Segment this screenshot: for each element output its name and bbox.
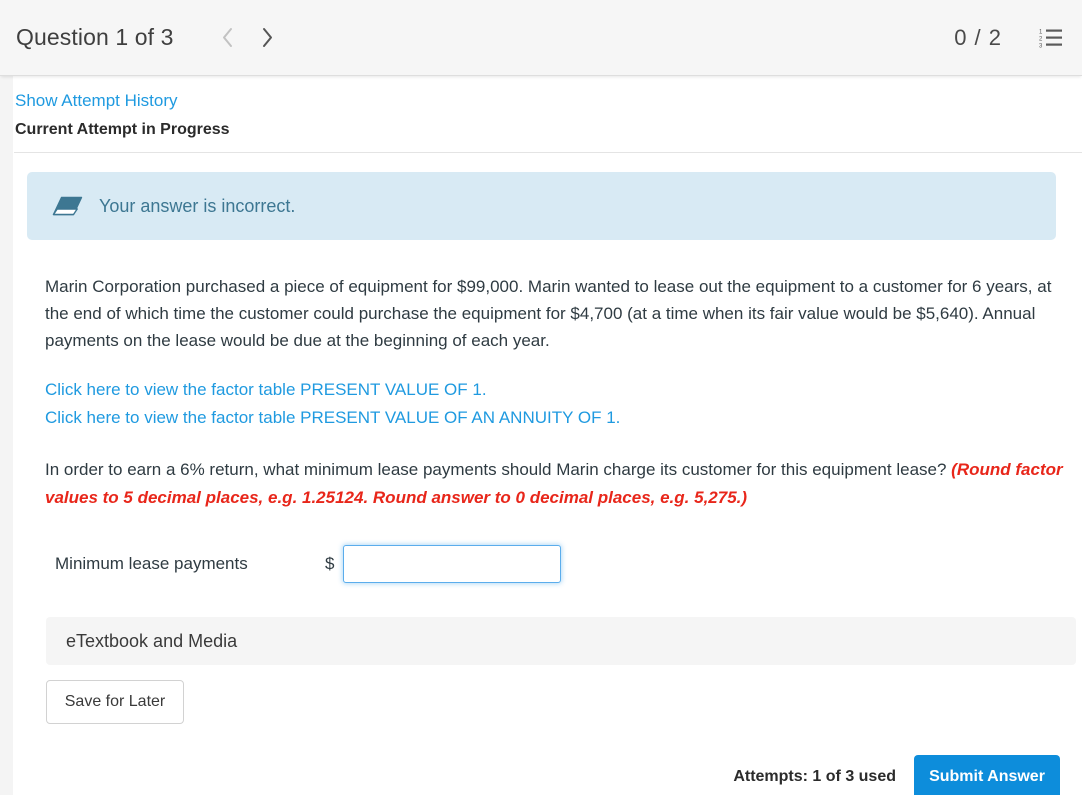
factor-table-link-present-value-of-1[interactable]: Click here to view the factor table PRES… [45,376,1082,404]
alert-message: Your answer is incorrect. [99,195,296,216]
etextbook-label[interactable]: eTextbook and Media [66,631,237,652]
score-display: 0 / 2 [954,24,1002,50]
submit-area: Attempts: 1 of 3 used Submit Answer [733,755,1060,795]
chevron-left-icon[interactable] [208,18,248,58]
question-page: Question 1 of 3 0 / 2 1 2 3 Show Attempt… [0,0,1082,795]
factor-table-link-present-value-of-annuity-of-1[interactable]: Click here to view the factor table PRES… [45,404,1082,432]
numbered-list-icon[interactable]: 1 2 3 [1038,25,1064,51]
currency-symbol: $ [325,554,335,573]
submit-answer-button[interactable]: Submit Answer [914,755,1060,795]
factor-table-links: Click here to view the factor table PRES… [45,376,1082,432]
answer-label: Minimum lease payments [55,554,248,573]
chevron-right-icon[interactable] [248,18,288,58]
show-attempt-history-link[interactable]: Show Attempt History [15,91,178,111]
eraser-icon [47,191,87,221]
question-navigation [208,18,288,58]
minimum-lease-payments-input[interactable] [343,545,562,583]
question-prompt-text: In order to earn a 6% return, what minim… [45,460,947,479]
section-divider [14,152,1082,153]
save-for-later-button[interactable]: Save for Later [46,680,184,724]
answer-row: Minimum lease payments $ [55,544,1082,584]
question-body-text: Marin Corporation purchased a piece of e… [45,277,1052,350]
page-body: Show Attempt History Current Attempt in … [0,76,1082,795]
incorrect-answer-alert: Your answer is incorrect. [27,172,1056,240]
svg-text:3: 3 [1039,43,1043,49]
current-attempt-label: Current Attempt in Progress [15,121,230,138]
etextbook-and-media-bar[interactable]: eTextbook and Media [46,617,1076,665]
page-title: Question 1 of 3 [16,24,174,50]
question-prompt: In order to earn a 6% return, what minim… [45,456,1065,512]
svg-text:2: 2 [1039,36,1043,42]
attempts-counter: Attempts: 1 of 3 used [733,768,896,785]
question-header-bar: Question 1 of 3 0 / 2 1 2 3 [0,0,1082,76]
question-content-panel: Show Attempt History Current Attempt in … [13,76,1082,795]
svg-text:1: 1 [1039,29,1043,35]
